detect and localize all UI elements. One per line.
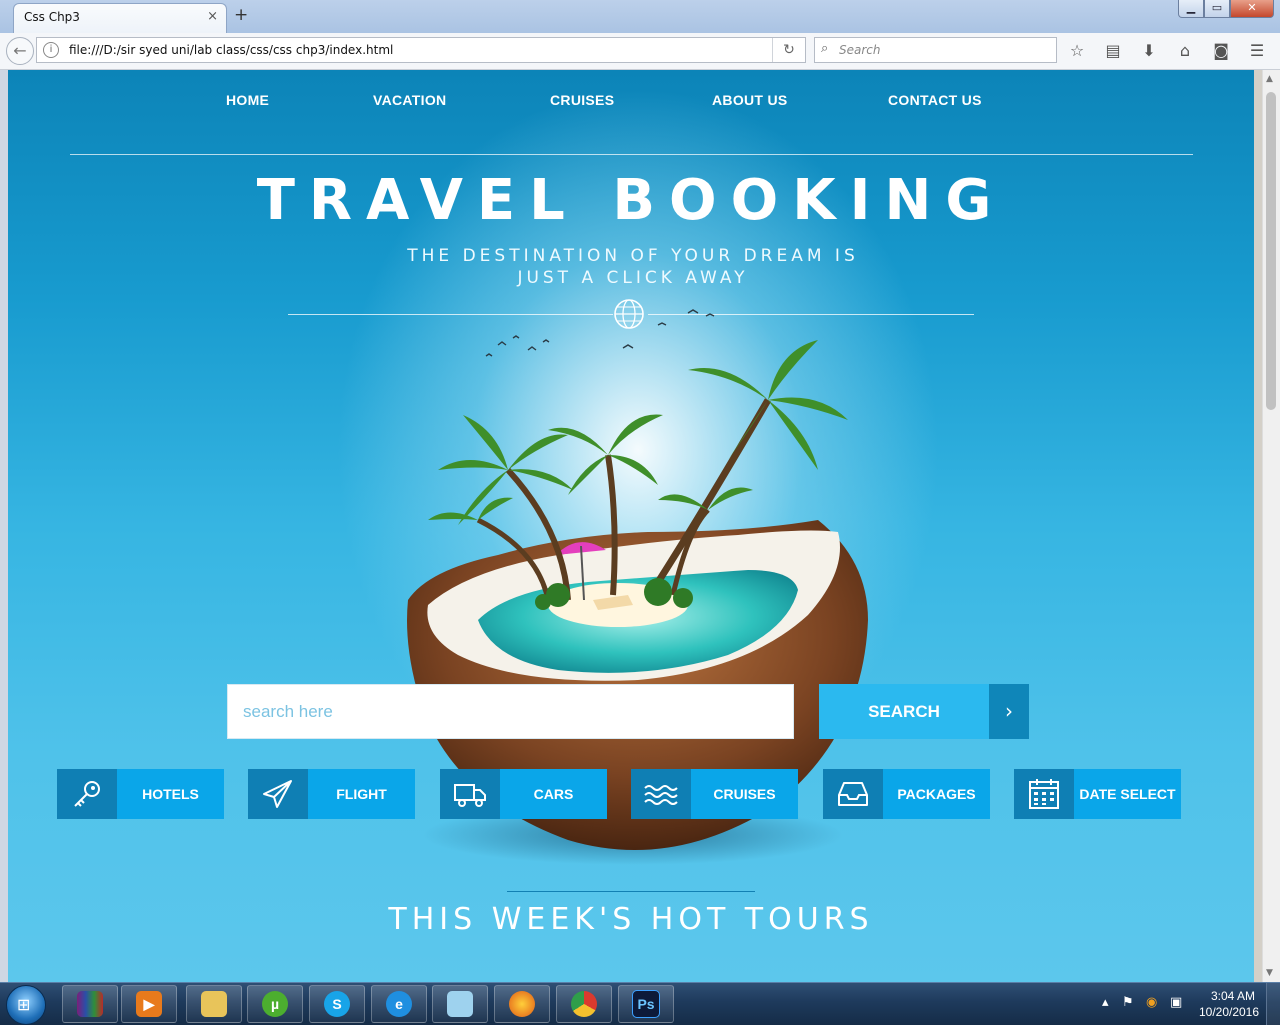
browser-tab[interactable]: Css Chp3 × (13, 3, 227, 33)
nav-about-us[interactable]: ABOUT US (712, 92, 788, 108)
nav-home[interactable]: HOME (226, 92, 269, 108)
taskbar-utorrent[interactable]: µ (247, 985, 303, 1023)
utorrent-icon: µ (262, 991, 288, 1017)
category-packages-button[interactable]: PACKAGES (823, 769, 990, 819)
calendar-icon (1014, 769, 1074, 819)
skype-icon: S (324, 991, 350, 1017)
windows-taskbar: ⊞ ▶ µ S e Ps ▴ ⚑ ◉ ▣ 3:04 AM 10/20/2016 (0, 982, 1280, 1025)
browser-toolbar: ← i file:///D:/sir syed uni/lab class/cs… (0, 33, 1280, 70)
chevron-right-icon[interactable]: › (989, 684, 1029, 739)
windows-logo-icon: ⊞ (17, 995, 31, 1014)
search-button[interactable]: SEARCH › (819, 684, 1029, 739)
media-player-icon: ▶ (136, 991, 162, 1017)
taskbar-photoshop[interactable]: Ps (618, 985, 674, 1023)
show-desktop-button[interactable] (1266, 983, 1280, 1025)
maximize-button[interactable]: ▭ (1204, 0, 1230, 18)
category-cruises-label: CRUISES (691, 769, 798, 819)
browser-tab-strip: Css Chp3 × + ▁ ▭ ✕ (0, 0, 1280, 33)
new-tab-button[interactable]: + (234, 5, 248, 25)
taskbar-internet-explorer[interactable]: e (371, 985, 427, 1023)
hot-tours-divider (507, 891, 755, 892)
main-nav: HOME VACATION CRUISES ABOUT US CONTACT U… (8, 92, 1254, 112)
bookmark-star-icon[interactable]: ☆ (1066, 40, 1088, 62)
truck-icon (440, 769, 500, 819)
category-cars-label: CARS (500, 769, 607, 819)
reload-icon[interactable]: ↻ (772, 38, 805, 62)
tab-close-icon[interactable]: × (207, 9, 218, 24)
minimize-button[interactable]: ▁ (1178, 0, 1204, 18)
nav-contact-us[interactable]: CONTACT US (888, 92, 982, 108)
nav-cruises[interactable]: CRUISES (550, 92, 614, 108)
taskbar-firefox[interactable] (494, 985, 550, 1023)
menu-hamburger-icon[interactable]: ☰ (1246, 40, 1268, 62)
network-icon[interactable]: ▣ (1170, 995, 1182, 1010)
browser-search-field[interactable]: ⌕ Search (814, 37, 1057, 63)
category-buttons: HOTELS FLIGHT CARS CRUISES PACKAGES DATE… (57, 769, 1187, 819)
url-text[interactable]: file:///D:/sir syed uni/lab class/css/cs… (69, 43, 393, 57)
action-center-flag-icon[interactable]: ⚑ (1122, 995, 1134, 1010)
waves-icon (631, 769, 691, 819)
category-cars-button[interactable]: CARS (440, 769, 607, 819)
scroll-down-icon[interactable]: ▼ (1266, 968, 1273, 978)
browser-search-placeholder: Search (839, 43, 881, 57)
destination-search-input[interactable]: search here (227, 684, 794, 739)
folder-icon (201, 991, 227, 1017)
taskbar-skype[interactable]: S (309, 985, 365, 1023)
show-hidden-icons-icon[interactable]: ▴ (1102, 995, 1109, 1010)
download-icon[interactable]: ⬇ (1138, 40, 1160, 62)
firefox-icon (509, 991, 535, 1017)
category-cruises-button[interactable]: CRUISES (631, 769, 798, 819)
browser-tools: ☆ ▤ ⬇ ⌂ ◙ ☰ (1066, 40, 1268, 62)
taskbar-chrome[interactable] (556, 985, 612, 1023)
taskbar-notepad[interactable] (432, 985, 488, 1023)
internet-explorer-icon: e (386, 991, 412, 1017)
inbox-tray-icon (823, 769, 883, 819)
site-info-icon[interactable]: i (43, 42, 59, 58)
search-icon: ⌕ (821, 41, 829, 56)
clock-date[interactable]: 10/20/2016 (1196, 1005, 1262, 1019)
nav-vacation[interactable]: VACATION (373, 92, 446, 108)
scroll-up-icon[interactable]: ▲ (1266, 74, 1273, 84)
category-flight-label: FLIGHT (308, 769, 415, 819)
hot-tours-title: THIS WEEK'S HOT TOURS (388, 902, 874, 937)
hero-title: TRAVEL BOOKING (256, 168, 1006, 233)
window-left-edge (0, 70, 8, 982)
photoshop-icon: Ps (632, 990, 660, 1018)
category-date-select-label: DATE SELECT (1074, 769, 1181, 819)
category-hotels-button[interactable]: HOTELS (57, 769, 224, 819)
reading-list-icon[interactable]: ▤ (1102, 40, 1124, 62)
category-flight-button[interactable]: FLIGHT (248, 769, 415, 819)
scrollbar-thumb[interactable] (1266, 92, 1276, 410)
key-icon (57, 769, 117, 819)
winrar-icon (77, 991, 103, 1017)
start-button[interactable]: ⊞ (6, 985, 46, 1025)
window-controls: ▁ ▭ ✕ (1178, 0, 1274, 18)
page-viewport: HOME VACATION CRUISES ABOUT US CONTACT U… (8, 70, 1254, 982)
page-scrollbar[interactable]: ▲ ▼ (1262, 70, 1280, 982)
nav-divider (70, 154, 1193, 155)
tab-title: Css Chp3 (24, 10, 80, 24)
back-button[interactable]: ← (6, 37, 34, 65)
category-packages-label: PACKAGES (883, 769, 990, 819)
search-button-label: SEARCH (868, 702, 940, 721)
notepad-icon (447, 991, 473, 1017)
address-bar[interactable]: i file:///D:/sir syed uni/lab class/css/… (36, 37, 806, 63)
paper-plane-icon (248, 769, 308, 819)
taskbar-winrar[interactable] (62, 985, 118, 1023)
avast-icon[interactable]: ◉ (1146, 995, 1157, 1010)
chrome-icon (571, 991, 597, 1017)
pocket-icon[interactable]: ◙ (1210, 40, 1232, 62)
close-window-button[interactable]: ✕ (1230, 0, 1274, 18)
category-hotels-label: HOTELS (117, 769, 224, 819)
clock-time[interactable]: 3:04 AM (1206, 989, 1260, 1003)
taskbar-file-explorer[interactable] (186, 985, 242, 1023)
category-date-select-button[interactable]: DATE SELECT (1014, 769, 1181, 819)
taskbar-media-player[interactable]: ▶ (121, 985, 177, 1023)
home-icon[interactable]: ⌂ (1174, 40, 1196, 62)
